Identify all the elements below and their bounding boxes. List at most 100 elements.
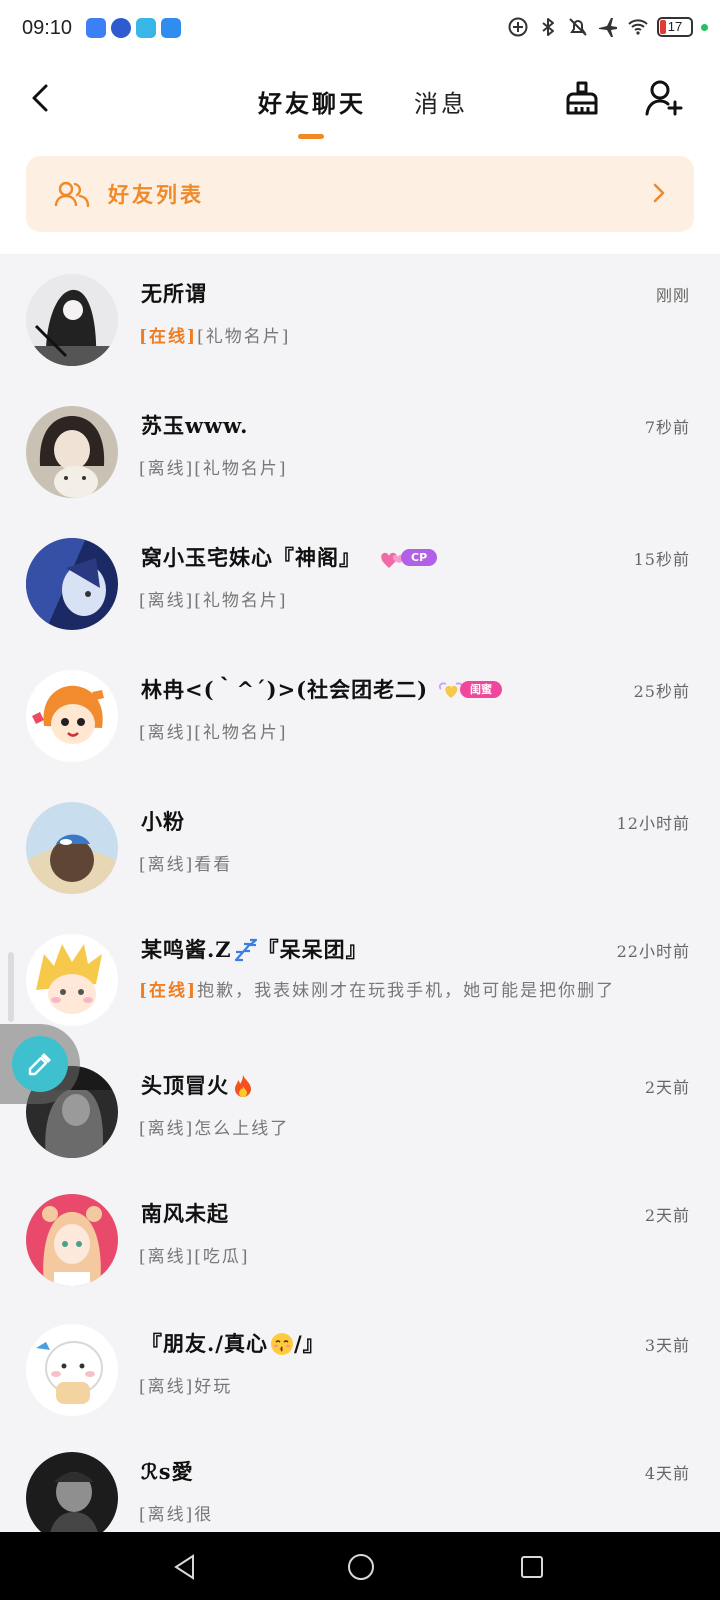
chat-preview: [在线][礼物名片] [139,322,290,347]
chat-preview: [离线]看看 [139,850,232,875]
chat-preview: [离线][礼物名片] [139,586,288,611]
online-status: [在线] [139,981,198,1001]
bestie-badge: 闺蜜 [438,680,503,700]
system-nav-bar [0,1532,720,1600]
offline-status: [离线] [139,723,195,743]
avatar[interactable] [26,406,118,498]
nav-recents-button[interactable] [517,1552,547,1582]
avatar[interactable] [26,1324,118,1416]
kissing-face-icon [270,1332,293,1355]
chat-name: 苏玉www. [141,413,249,438]
chat-row[interactable]: 南风未起 2天前 [离线][吃瓜] [0,1174,720,1306]
preview-text: [吃瓜] [194,1247,250,1267]
avatar[interactable] [26,670,118,762]
chat-time: 15秒前 [633,550,690,569]
chat-name-text: 窝小玉宅妹心『神阁』 [141,545,361,570]
users-icon [54,178,92,210]
add-friend-button[interactable] [642,76,686,120]
chat-name: 小粉 [141,809,185,834]
clear-button[interactable] [560,76,604,120]
chat-name-text: 『朋友./真心 [141,1331,268,1356]
friends-list-label: 好友列表 [108,182,204,207]
chat-name: 南风未起 [141,1201,229,1226]
blue-camera-app-icon [161,18,182,38]
badge-label: 闺蜜 [460,681,503,698]
friends-list-button[interactable]: 好友列表 [26,156,694,232]
offline-status: [离线] [139,1119,195,1139]
broom-icon [566,81,598,115]
bell-off-icon [569,18,587,36]
avatar[interactable] [26,538,118,630]
chat-row[interactable]: 小粉 12小时前 [离线]看看 [0,782,720,914]
status-bar: 09:10 17 [0,0,720,56]
tab-friend-chat[interactable]: 好友聊天 [258,84,366,119]
bluetooth-icon [542,18,554,36]
chat-name: 无所谓 [141,281,207,306]
avatar[interactable] [26,934,118,1026]
chat-row[interactable]: 『朋友./真心 /』 3天前 [离线]好玩 [0,1304,720,1436]
chat-time: 25秒前 [633,682,690,701]
chat-name-text: 头顶冒火 [141,1073,229,1098]
badge-label: CP [401,549,438,566]
chat-time: 2天前 [644,1078,690,1097]
battery-level: 17 [667,19,683,34]
avatar[interactable] [26,274,118,366]
offline-status: [离线] [139,855,195,875]
add-user-icon [645,80,683,116]
chat-preview: [离线]很 [139,1500,213,1525]
chat-row[interactable]: 无所谓 刚刚 [在线][礼物名片] [0,254,720,386]
battery-icon: 17 [657,17,693,37]
offline-status: [离线] [139,591,195,611]
preview-text: [礼物名片] [194,723,288,743]
cyan-app-icon [136,18,157,38]
chat-preview: [离线][礼物名片] [139,718,288,743]
chat-preview: [离线]好玩 [139,1372,232,1397]
scroll-indicator[interactable] [8,952,14,1022]
floating-tool-button[interactable] [0,1024,80,1104]
chat-time: 4天前 [644,1464,690,1483]
chat-name: 某鸣酱.Z 『呆呆团』 [141,934,368,964]
wifi-icon [628,19,648,35]
chat-row[interactable]: 某鸣酱.Z 『呆呆团』 22小时前 [在线]抱歉，我表妹刚才在玩我手机，她可能是把… [0,914,720,1046]
chat-time: 2天前 [644,1206,690,1225]
preview-text: 好玩 [194,1377,233,1397]
chat-name: 林冉<(｀^´)>(社会团老二) 闺蜜 [141,674,503,704]
offline-status: [离线] [139,459,195,479]
chat-row[interactable]: 头顶冒火 2天前 [离线]怎么上线了 [0,1046,720,1178]
nav-back-button[interactable] [170,1552,200,1582]
system-status-icons: 17 [507,16,708,38]
chat-row[interactable]: 林冉<(｀^´)>(社会团老二) 闺蜜 25秒前 [离线][礼物名片] [0,650,720,782]
chat-row[interactable]: 苏玉www. 7秒前 [离线][礼物名片] [0,386,720,518]
zzz-icon [234,938,257,961]
airplane-icon [599,18,617,37]
chat-name-suffix: /』 [293,1331,325,1356]
chat-time: 22小时前 [616,942,690,961]
chat-row[interactable]: 窝小玉宅妹心『神阁』 CP 15秒前 [离线][礼物名片] [0,518,720,650]
eyedropper-icon [28,1053,51,1076]
eyedropper-button[interactable] [12,1036,68,1092]
dark-blue-app-icon [111,18,132,38]
preview-text: 看看 [194,855,233,875]
chat-preview: [离线][吃瓜] [139,1242,250,1267]
status-time: 09:10 [22,16,73,39]
avatar[interactable] [26,802,118,894]
tab-indicator [298,134,324,139]
avatar[interactable] [26,1452,118,1544]
nav-home-icon [348,1554,374,1580]
avatar[interactable] [26,1194,118,1286]
nav-home-button[interactable] [346,1552,376,1582]
chat-preview: [离线]怎么上线了 [139,1114,289,1139]
back-button[interactable] [22,78,58,118]
chat-time: 7秒前 [644,418,690,437]
nav-recents-icon [521,1556,543,1578]
preview-text: [礼物名片] [197,327,291,347]
offline-status: [离线] [139,1377,195,1397]
preview-text: 很 [194,1505,214,1525]
chevron-right-icon [653,183,665,203]
offline-status: [离线] [139,1505,195,1525]
tab-messages[interactable]: 消息 [414,84,468,119]
chat-time: 刚刚 [655,286,690,305]
nav-back-icon [174,1554,194,1580]
add-circle-icon [508,17,528,37]
chat-name: 窝小玉宅妹心『神阁』 CP [141,542,438,572]
